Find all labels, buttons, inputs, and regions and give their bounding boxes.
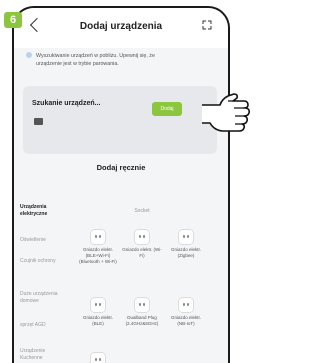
socket-icon: [91, 230, 105, 244]
manual-add-heading: Dodaj ręcznie: [96, 163, 146, 172]
category-security-sensor[interactable]: Czujnik ochrony: [20, 258, 60, 265]
app-header: Dodaj urządzenia: [14, 8, 228, 48]
category-kitchen[interactable]: Urządzenie Kuchenne: [20, 348, 60, 362]
notice-line-2: urządzenie jest w trybie parowania.: [36, 60, 119, 67]
device-socket-wifi[interactable]: Gniazdo elektr. (Wi-Fi): [122, 230, 162, 259]
info-icon: [26, 52, 32, 58]
device-dualband-plug[interactable]: Dualband Plug (2.4GHz&5GHz): [122, 298, 162, 327]
device-socket-ble[interactable]: Gniazdo elektr. (BLE): [78, 298, 118, 327]
device-kitchen-partial[interactable]: [78, 353, 118, 363]
device-label: Gniazdo elektr. (NB-IoT): [170, 315, 202, 326]
socket-icon: [135, 230, 149, 244]
device-socket-ble-wifi[interactable]: Gniazdo elektr. (BLE+Wi-Fi) (Bluetooth +…: [78, 230, 118, 265]
expand-icon[interactable]: [202, 20, 212, 30]
device-label: Dualband Plug (2.4GHz&5GHz): [125, 315, 159, 326]
category-large-appliances[interactable]: Duże urządzenia domowe: [20, 291, 60, 305]
category-lighting[interactable]: Oświetlenie: [20, 237, 60, 244]
socket-icon: [179, 230, 193, 244]
category-electrical[interactable]: Urządzenia elektryczne: [20, 204, 60, 218]
socket-icon: [179, 298, 193, 312]
device-socket-nbiot[interactable]: Gniazdo elektr. (NB-IoT): [166, 298, 206, 327]
device-label: Gniazdo elektr. (Wi-Fi): [122, 247, 162, 258]
socket-icon: [91, 353, 105, 363]
pointing-hand-icon: [202, 93, 250, 132]
socket-icon: [135, 298, 149, 312]
socket-icon: [91, 298, 105, 312]
device-socket-zigbee[interactable]: Gniazdo elektr. (Zigbee): [166, 230, 206, 259]
device-label: Gniazdo elektr. (BLE): [82, 315, 114, 326]
search-status: Szukanie urządzeń...: [32, 100, 101, 107]
column-socket: Socket: [134, 208, 150, 214]
notice-line-1: Wyszukiwanie urządzeń w pobliżu. Upewnij…: [36, 53, 155, 59]
add-button[interactable]: Dodaj: [152, 102, 182, 116]
step-badge: 6: [4, 12, 22, 28]
phone-screen: Dodaj urządzenia Wyszukiwanie urządzeń w…: [12, 6, 230, 363]
found-device-icon: [34, 118, 43, 125]
device-label: Gniazdo elektr. (Zigbee): [170, 247, 202, 258]
category-agd[interactable]: sprzęt AGD: [20, 322, 60, 329]
page-title: Dodaj urządzenia: [79, 21, 163, 32]
device-label: Gniazdo elektr. (BLE+Wi-Fi) (Bluetooth +…: [79, 247, 117, 264]
search-card: Szukanie urządzeń... Dodaj: [23, 86, 217, 154]
search-notice: Wyszukiwanie urządzeń w pobliżu. Upewnij…: [26, 52, 216, 69]
